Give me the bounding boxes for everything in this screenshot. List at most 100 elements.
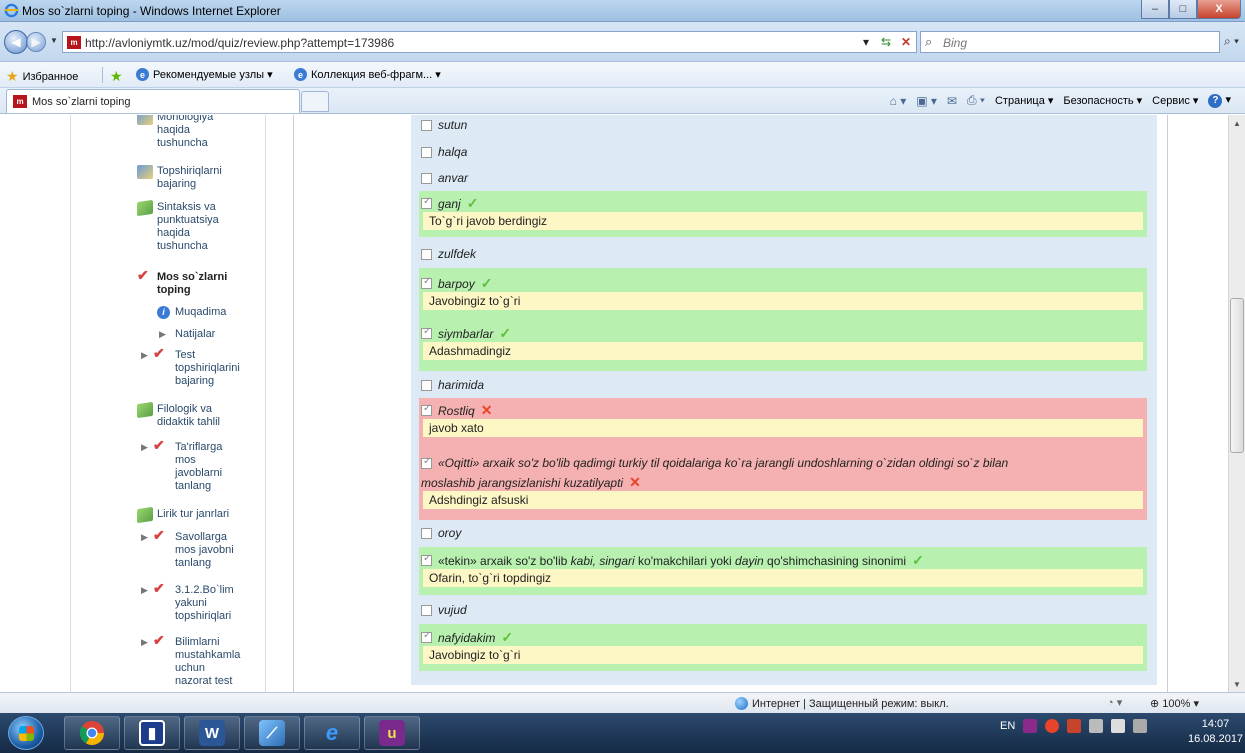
start-button[interactable] xyxy=(8,716,44,750)
resource-icon xyxy=(137,199,153,217)
taskbar-app[interactable]: u xyxy=(364,716,420,750)
volume-icon[interactable] xyxy=(1133,719,1148,733)
taskbar-media[interactable]: ▮ xyxy=(124,716,180,750)
wrong-cross-icon: ✕ xyxy=(629,474,641,490)
checkbox[interactable] xyxy=(421,119,432,131)
status-bar: Интернет | Защищенный режим: выкл. ◔ ▾ ⊕… xyxy=(0,692,1245,713)
safety-menu[interactable]: Безопасность ▾ xyxy=(1063,94,1142,107)
action-center-icon[interactable] xyxy=(1067,719,1082,733)
security-zone[interactable]: Интернет | Защищенный режим: выкл. xyxy=(735,697,949,710)
sidebar-item-bilimlarni[interactable]: ▶ ✔ Bilimlarni mustahkamla uchun nazorat… xyxy=(141,633,240,688)
dropdown-icon[interactable]: ▾ xyxy=(858,34,874,50)
minimize-button[interactable]: – xyxy=(1141,0,1169,19)
sidebar-item-lirik-tur[interactable]: Lirik tur janrlari xyxy=(137,506,229,524)
add-favorite-button[interactable]: ★ xyxy=(110,68,123,85)
tab-title: Mos so`zlarni toping xyxy=(32,95,131,108)
scroll-thumb[interactable] xyxy=(1230,298,1244,453)
clock[interactable]: 14:07 16.08.2017 xyxy=(1188,717,1243,747)
checkbox[interactable] xyxy=(421,456,432,469)
device-icon[interactable] xyxy=(1089,719,1104,733)
option-anvar: anvar xyxy=(419,167,1147,189)
checkbox[interactable] xyxy=(421,604,432,616)
new-tab-button[interactable] xyxy=(301,91,329,112)
checkbox[interactable] xyxy=(421,553,432,566)
correct-check-icon: ✓ xyxy=(912,552,924,568)
globe-icon xyxy=(735,697,748,710)
scroll-down-icon[interactable]: ▼ xyxy=(1233,680,1241,689)
search-box[interactable]: ⌕ Bing xyxy=(920,31,1220,53)
alert-icon[interactable] xyxy=(1045,719,1060,733)
maximize-button[interactable]: □ xyxy=(1169,0,1197,19)
sidebar-item-mos-sozlarni[interactable]: ✔ Mos so`zlarni toping xyxy=(137,268,227,297)
option-vujud: vujud xyxy=(419,599,1147,621)
sidebar-item-monologiya[interactable]: Monologiya haqida tushuncha xyxy=(137,115,213,150)
checkbox[interactable] xyxy=(421,326,432,339)
correct-check-icon: ✓ xyxy=(501,629,514,645)
feedback: Adshdingiz afsuski xyxy=(423,491,1143,509)
page-menu[interactable]: Страница ▾ xyxy=(995,94,1053,107)
arrow-right-icon: ▶ xyxy=(31,35,41,49)
protected-mode-icon[interactable]: ◔ ▾ xyxy=(1107,696,1122,709)
help-button[interactable]: ? ▾ xyxy=(1208,93,1231,108)
checkbox[interactable] xyxy=(421,630,432,643)
checkbox[interactable] xyxy=(421,527,432,539)
sidebar-item-test[interactable]: ▶ ✔ Test topshiriqlarini bajaring xyxy=(141,346,240,388)
suggested-sites-button[interactable]: e Рекомендуемые узлы ▾ xyxy=(136,68,273,81)
taskbar-paint[interactable]: ⟋ xyxy=(244,716,300,750)
book-icon xyxy=(137,165,153,179)
sidebar-item-filologik[interactable]: Filologik va didaktik tahlil xyxy=(137,401,220,429)
taskbar-word[interactable]: W xyxy=(184,716,240,750)
stop-icon[interactable]: ✕ xyxy=(898,34,914,50)
close-button[interactable]: X xyxy=(1197,0,1241,19)
option-oroy: oroy xyxy=(419,522,1147,544)
word-icon: W xyxy=(199,720,225,746)
address-toolbar: ◀ ▶ ▼ m http://avloniymtk.uz/mod/quiz/re… xyxy=(0,22,1245,62)
feeds-icon[interactable]: ▣ ▾ xyxy=(916,94,937,108)
checkbox[interactable] xyxy=(421,403,432,416)
checkbox[interactable] xyxy=(421,196,432,209)
sidebar-item-sintaksis[interactable]: Sintaksis va punktuatsiya haqida tushunc… xyxy=(137,199,219,253)
home-icon[interactable]: ⌂ ▾ xyxy=(890,94,907,108)
checkbox[interactable] xyxy=(421,248,432,260)
back-button[interactable]: ◀ xyxy=(4,30,28,54)
print-icon[interactable]: ⎙ ▾ xyxy=(967,93,985,108)
search-go-icon[interactable]: ⌕ ▾ xyxy=(1224,34,1239,49)
checkbox[interactable] xyxy=(421,276,432,289)
web-slice-gallery-button[interactable]: e Коллекция веб-фрагм... ▾ xyxy=(294,68,441,81)
favorites-button[interactable]: ★ Избранное xyxy=(6,68,78,85)
url-text[interactable]: http://avloniymtk.uz/mod/quiz/review.php… xyxy=(85,36,394,50)
sidebar-item-bolim-yakuni[interactable]: ▶ ✔ 3.1.2.Bo`lim yakuni topshiriqlari xyxy=(141,581,234,623)
taskbar-ie[interactable]: e xyxy=(304,716,360,750)
checkbox[interactable] xyxy=(421,172,432,184)
sidebar-item-topshiriqlarni[interactable]: Topshiriqlarni bajaring xyxy=(137,165,222,191)
scroll-up-icon[interactable]: ▲ xyxy=(1233,119,1241,128)
zoom-icon: ⊕ xyxy=(1150,698,1160,710)
ie-icon: e xyxy=(136,68,149,81)
resource-icon xyxy=(137,401,153,419)
sidebar-item-tariflarga[interactable]: ▶ ✔ Ta'riflarga mos javoblarni tanlang xyxy=(141,438,222,493)
network-icon[interactable] xyxy=(1111,719,1126,733)
checkbox[interactable] xyxy=(421,146,432,158)
sidebar-item-muqadima[interactable]: i Muqadima xyxy=(157,306,226,319)
tab-active[interactable]: m Mos so`zlarni toping xyxy=(6,89,300,113)
history-dropdown-icon[interactable]: ▼ xyxy=(50,36,58,45)
option-nafyidakim: nafyidakim✓ Javobingiz to`g`ri xyxy=(419,624,1147,671)
media-app-icon: ▮ xyxy=(139,720,165,746)
tray-app-icon[interactable] xyxy=(1023,719,1038,733)
sidebar-item-savollarga[interactable]: ▶ ✔ Savollarga mos javobni tanlang xyxy=(141,528,234,570)
title-bar: Mos so`zlarni toping - Windows Internet … xyxy=(0,0,1245,22)
sidebar-item-natijalar[interactable]: ▶ Natijalar xyxy=(159,328,215,341)
refresh-icon[interactable]: ⇆ xyxy=(878,34,894,50)
favorites-bar: ★ Избранное ★ e Рекомендуемые узлы ▾ e К… xyxy=(0,62,1245,88)
checkbox[interactable] xyxy=(421,379,432,391)
taskbar-chrome[interactable] xyxy=(64,716,120,750)
suggested-sites-label: Рекомендуемые узлы ▾ xyxy=(153,69,273,81)
tools-menu[interactable]: Сервис ▾ xyxy=(1152,94,1198,107)
language-indicator[interactable]: EN xyxy=(1000,720,1015,732)
mail-icon[interactable]: ✉ xyxy=(947,94,957,108)
zoom-control[interactable]: ⊕ 100% ▾ xyxy=(1150,697,1199,710)
address-bar[interactable]: m http://avloniymtk.uz/mod/quiz/review.p… xyxy=(62,31,917,53)
vertical-scrollbar[interactable]: ▲ ▼ xyxy=(1228,115,1245,692)
forward-button[interactable]: ▶ xyxy=(26,32,46,52)
web-slice-gallery-label: Коллекция веб-фрагм... ▾ xyxy=(311,69,441,81)
